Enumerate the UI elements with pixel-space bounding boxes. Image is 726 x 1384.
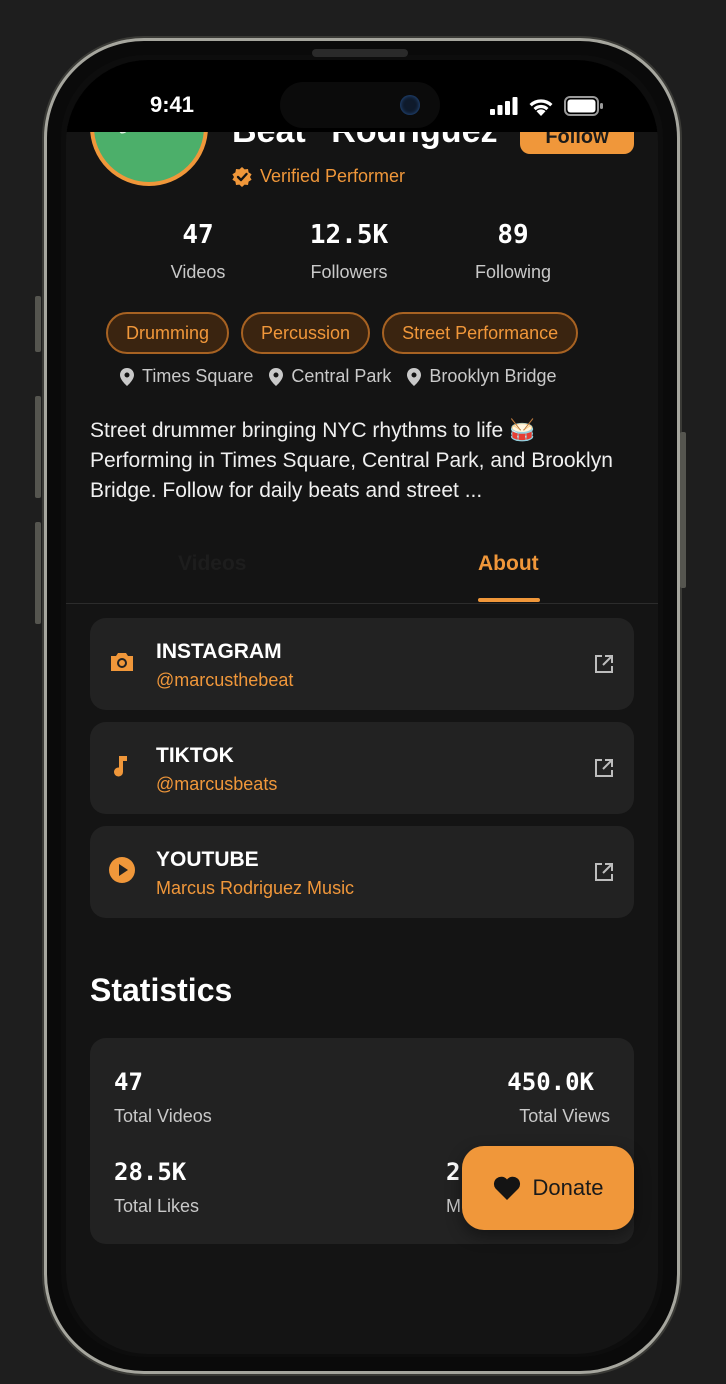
external-link-icon[interactable]: [594, 758, 614, 778]
social-platform: TIKTOK: [156, 744, 234, 767]
verified-check-icon: [232, 166, 252, 187]
social-handle: @marcusthebeat: [156, 670, 294, 690]
tab-videos[interactable]: Videos: [178, 552, 246, 576]
active-tab-indicator: [478, 598, 540, 602]
statistics-title: Statistics: [90, 972, 233, 1008]
location-list: Times Square Central Park Brooklyn Bridg…: [120, 366, 557, 387]
stat-videos[interactable]: 47 Videos: [128, 220, 268, 283]
camera-lens-icon: [400, 95, 420, 115]
location-item: Times Square: [120, 366, 253, 387]
social-link-tiktok[interactable]: TIKTOK @marcusbeats: [90, 722, 634, 814]
camera-icon: [111, 653, 133, 671]
volume-up-button: [35, 396, 41, 498]
social-link-youtube[interactable]: YOUTUBE Marcus Rodriguez Music: [90, 826, 634, 918]
map-pin-icon: [407, 367, 422, 386]
social-handle: Marcus Rodriguez Music: [156, 878, 355, 898]
external-link-icon[interactable]: [594, 654, 614, 674]
donate-button[interactable]: Donate: [462, 1146, 634, 1230]
cellular-signal-icon: [490, 97, 518, 115]
tag-list: Drumming Percussion Street Performance: [106, 312, 579, 354]
social-platform: INSTAGRAM: [156, 640, 282, 663]
action-button: [35, 296, 41, 352]
speaker-grille: [312, 49, 408, 57]
location-item: Central Park: [269, 366, 391, 387]
stat-partial: 2 M: [446, 1158, 461, 1216]
stat-followers[interactable]: 12.5K Followers: [279, 220, 419, 283]
battery-icon: [564, 96, 603, 116]
map-pin-icon: [269, 367, 284, 386]
map-pin-icon: [120, 367, 134, 386]
dynamic-island: [280, 82, 440, 128]
stat-total-videos: 47 Total Videos: [114, 1068, 212, 1126]
verified-badge: Verified Performer: [232, 166, 405, 187]
wifi-icon: [529, 98, 553, 116]
donate-label: Donate: [532, 1175, 604, 1200]
stat-following[interactable]: 89 Following: [443, 220, 583, 283]
tab-about[interactable]: About: [478, 552, 539, 576]
location-item: Brooklyn Bridge: [407, 366, 557, 387]
profile-content: SCIENCE Beat" Rodriguez Follow Verified …: [66, 60, 658, 1354]
verified-label: Verified Performer: [260, 166, 406, 186]
volume-down-button: [35, 522, 41, 624]
music-note-icon: [114, 756, 127, 777]
profile-tabs: Videos About: [66, 530, 658, 604]
play-circle-icon: [109, 857, 135, 883]
status-bar: 9:41: [66, 60, 658, 132]
social-link-instagram[interactable]: INSTAGRAM @marcusthebeat: [90, 618, 634, 710]
app-screen: SCIENCE Beat" Rodriguez Follow Verified …: [66, 60, 658, 1354]
external-link-icon[interactable]: [594, 862, 614, 882]
heart-icon: [493, 1176, 520, 1200]
status-icons: [490, 96, 604, 116]
tag-drumming[interactable]: Drumming: [106, 312, 230, 354]
tag-street-performance[interactable]: Street Performance: [382, 312, 579, 354]
status-time: 9:41: [150, 92, 195, 117]
social-platform: YOUTUBE: [156, 848, 259, 871]
social-handle: @marcusbeats: [156, 774, 278, 794]
profile-bio: Street drummer bringing NYC rhythms to l…: [90, 419, 613, 502]
power-button: [680, 432, 686, 588]
tag-percussion[interactable]: Percussion: [241, 312, 371, 354]
stat-total-views: 450.0K Total Views: [507, 1068, 610, 1126]
stat-total-likes: 28.5K Total Likes: [114, 1158, 200, 1216]
